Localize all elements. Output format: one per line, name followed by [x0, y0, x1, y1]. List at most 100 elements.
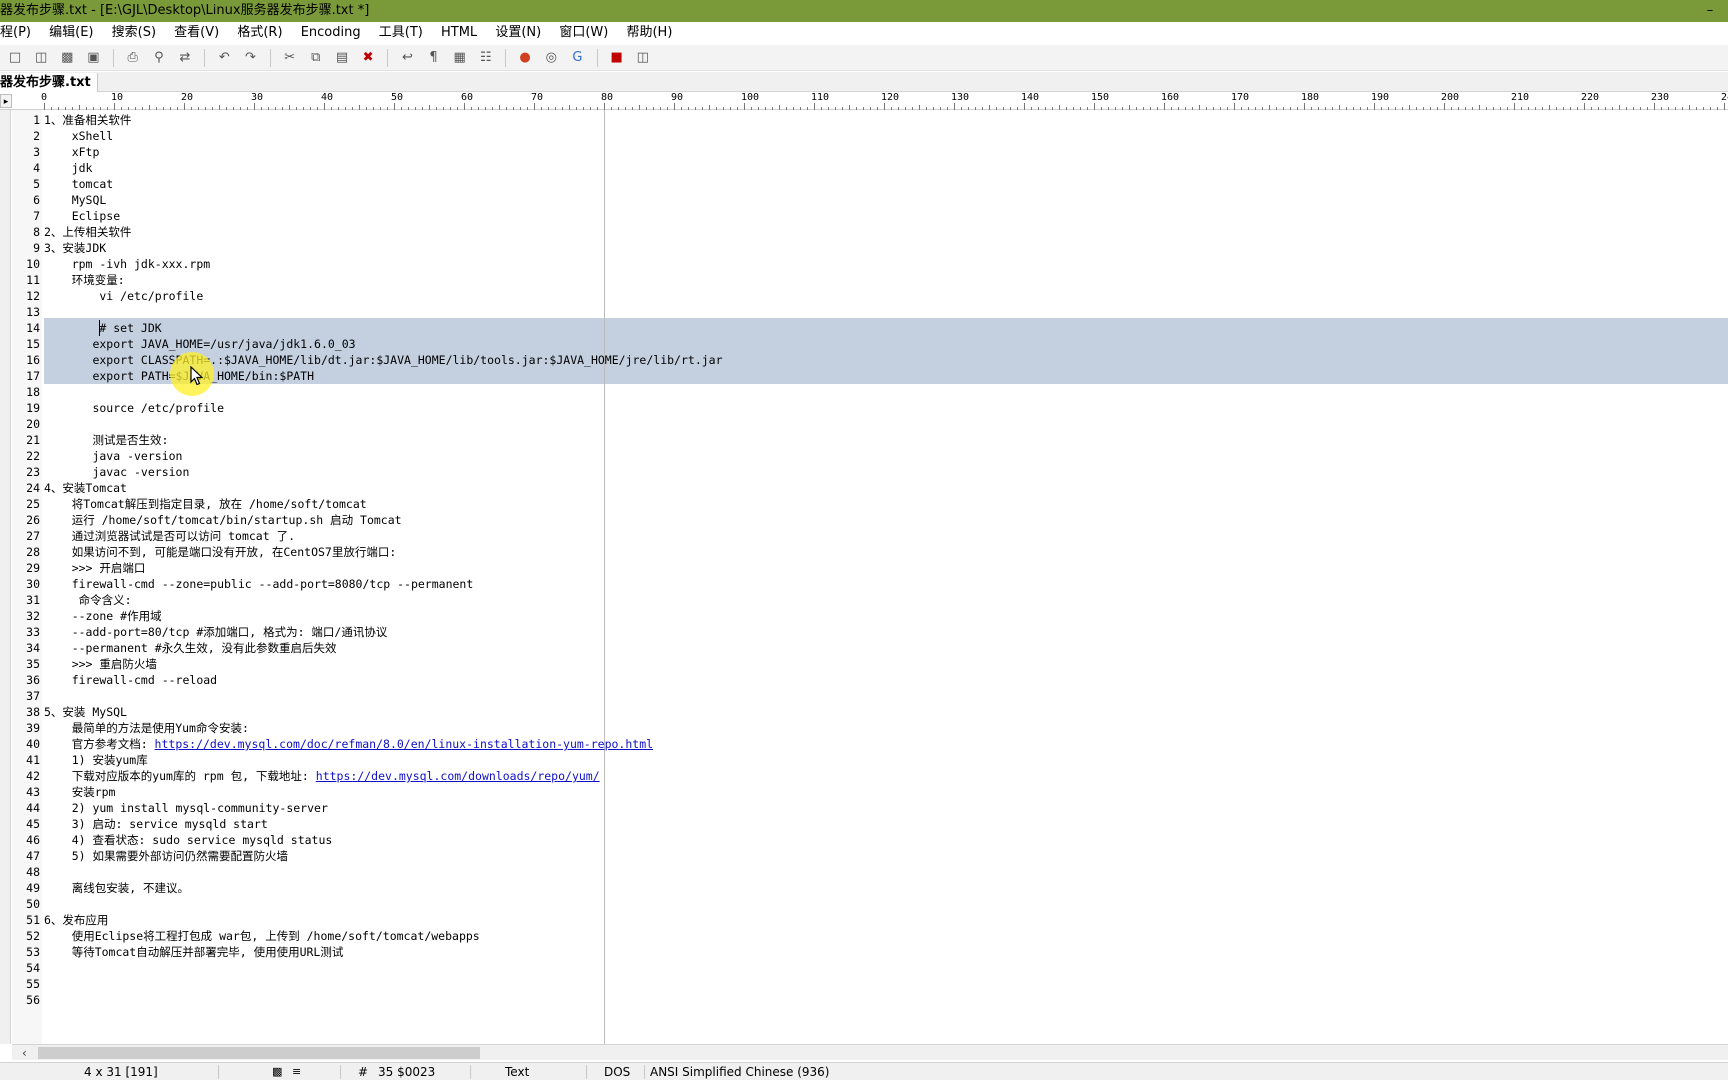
status-mode: Text [505, 1065, 530, 1079]
redo-icon[interactable]: ↷ [240, 48, 260, 68]
show-spaces-icon[interactable]: ¶ [424, 48, 444, 68]
browser-icon[interactable]: ◎ [541, 48, 561, 68]
line-number: 36 [26, 673, 40, 687]
menu-help[interactable]: 帮助(H) [626, 22, 680, 43]
menu-view[interactable]: 查看(V) [174, 22, 227, 43]
line-number: 7 [33, 209, 40, 223]
text-segment: javac -version [44, 465, 190, 479]
word-wrap-icon[interactable]: ↩ [397, 48, 417, 68]
line-number-gutter: 1 2 3 4 5 6 7 8 9 10 11 12 13 14 15 16 17 18 19 20 21 22 23 24 2… [12, 110, 42, 1044]
google-icon[interactable]: G [567, 48, 587, 68]
menu-settings[interactable]: 设置(N) [495, 22, 549, 43]
hex-icon[interactable]: ☷ [476, 48, 496, 68]
toolbar-separator [504, 49, 506, 67]
column-mode-icon[interactable]: ▦ [450, 48, 470, 68]
menu-encoding[interactable]: Encoding [301, 22, 369, 43]
text-segment: 5、安装 MySQL [44, 705, 127, 719]
ruler-tick [324, 103, 325, 110]
copy-icon[interactable]: ⧉ [306, 48, 326, 68]
hyperlink[interactable]: https://dev.mysql.com/doc/refman/8.0/en/… [155, 737, 654, 751]
delete-icon[interactable]: ✖ [358, 48, 378, 68]
ruler-label: 210 [1511, 92, 1530, 103]
menu-html[interactable]: HTML [441, 22, 485, 43]
replace-icon[interactable]: ⇄ [175, 48, 195, 68]
ruler-tick [534, 103, 535, 110]
ruler-label: 160 [1161, 92, 1180, 103]
text-line: java -version [44, 448, 182, 464]
text-segment: 4) 查看状态: sudo service mysqld status [44, 833, 333, 847]
ruler-label: 150 [1091, 92, 1110, 103]
tab-document[interactable]: 器发布步骤.txt [0, 73, 98, 92]
paste-icon[interactable]: ▤ [332, 48, 352, 68]
status-separator [644, 1065, 645, 1079]
cut-icon[interactable]: ✂ [280, 48, 300, 68]
ruler-row: ▸ 0 10 20 30 40 50 60 70 80 90 100 110 120 130 140 150 1… [0, 92, 1728, 110]
text-line: tomcat [44, 176, 114, 192]
ruler-tick [114, 103, 115, 110]
line-number: 8 [33, 225, 40, 239]
text-caret [99, 320, 100, 336]
ruler-label: 200 [1441, 92, 1460, 103]
ruler-label: 140 [1021, 92, 1040, 103]
text-line: 2) yum install mysql-community-server [44, 800, 328, 816]
horizontal-scrollbar[interactable]: ‹ [12, 1044, 1728, 1060]
save-icon[interactable]: ▩ [57, 48, 77, 68]
text-segment: 官方参考文档: [44, 737, 155, 751]
ruler-tick [1654, 103, 1655, 110]
ruler-tick [674, 103, 675, 110]
color-icon[interactable]: ● [515, 48, 535, 68]
status-bar: 4 x 31 [191] ▩ ≡ # 35 $0023 Text DOS ANS… [0, 1062, 1728, 1080]
ruler-label: 110 [811, 92, 830, 103]
ruler-arrow-icon[interactable]: ▸ [0, 94, 12, 108]
text-line: 测试是否生效: [44, 432, 168, 448]
hyperlink[interactable]: https://dev.mysql.com/downloads/repo/yum… [316, 769, 600, 783]
menu-format[interactable]: 格式(R) [237, 22, 290, 43]
menu-window[interactable]: 窗口(W) [559, 22, 616, 43]
find-icon[interactable]: ⚲ [149, 48, 169, 68]
open-icon[interactable]: ◫ [31, 48, 51, 68]
compare-icon[interactable]: ◫ [633, 48, 653, 68]
text-segment: 3、安装JDK [44, 241, 107, 255]
ruler-label: 220 [1581, 92, 1600, 103]
text-line: 4、安装Tomcat [44, 480, 127, 496]
text-line: --permanent #永久生效, 没有此参数重启后失效 [44, 640, 337, 656]
text-line: jdk [44, 160, 93, 176]
line-number: 41 [26, 753, 40, 767]
text-line: 通过浏览器试试是否可以访问 tomcat 了. [44, 528, 295, 544]
macro-icon[interactable]: ■ [607, 48, 627, 68]
text-line: 1) 安装yum库 [44, 752, 148, 768]
text-line: 最简单的方法是使用Yum命令安装: [44, 720, 249, 736]
line-number: 35 [26, 657, 40, 671]
ruler-label: 20 [181, 92, 194, 103]
toolbar: □ ◫ ▩ ▣ ⎙ ⚲ ⇄ ↶ ↷ ✂ ⧉ ▤ ✖ ↩ ¶ ▦ ☷ ● ◎ G … [0, 45, 1728, 71]
text-line: xShell [44, 128, 114, 144]
undo-icon[interactable]: ↶ [214, 48, 234, 68]
menu-tools[interactable]: 工具(T) [379, 22, 431, 43]
menu-project[interactable]: 程(P) [0, 22, 39, 43]
new-file-icon[interactable]: □ [5, 48, 25, 68]
line-number: 56 [26, 993, 40, 1007]
text-segment: 4、安装Tomcat [44, 481, 127, 495]
menu-edit[interactable]: 编辑(E) [49, 22, 101, 43]
bookmark-margin[interactable] [0, 110, 11, 1044]
line-number: 45 [26, 817, 40, 831]
line-number: 53 [26, 945, 40, 959]
scrollbar-thumb[interactable] [38, 1047, 480, 1059]
ruler-tick [254, 103, 255, 110]
print-icon[interactable]: ⎙ [123, 48, 143, 68]
line-number: 40 [26, 737, 40, 751]
line-number: 46 [26, 833, 40, 847]
save-all-icon[interactable]: ▣ [83, 48, 103, 68]
menu-search[interactable]: 搜索(S) [112, 22, 164, 43]
text-line: 3) 启动: service mysqld start [44, 816, 268, 832]
status-separator [218, 1065, 219, 1079]
text-editor[interactable]: 1、准备相关软件 xShell xFtp jdk tomcat MySQL Ec… [44, 110, 1728, 1044]
ruler-tick [184, 103, 185, 110]
column-guide-line [604, 110, 605, 1044]
minimize-button[interactable]: – [1700, 0, 1720, 22]
text-segment: 2) yum install mysql-community-server [44, 801, 328, 815]
text-line: 官方参考文档: https://dev.mysql.com/doc/refman… [44, 736, 653, 752]
text-segment: 通过浏览器试试是否可以访问 tomcat 了. [44, 529, 296, 543]
text-line: firewall-cmd --zone=public --add-port=80… [44, 576, 474, 592]
scroll-left-icon[interactable]: ‹ [22, 1046, 27, 1060]
